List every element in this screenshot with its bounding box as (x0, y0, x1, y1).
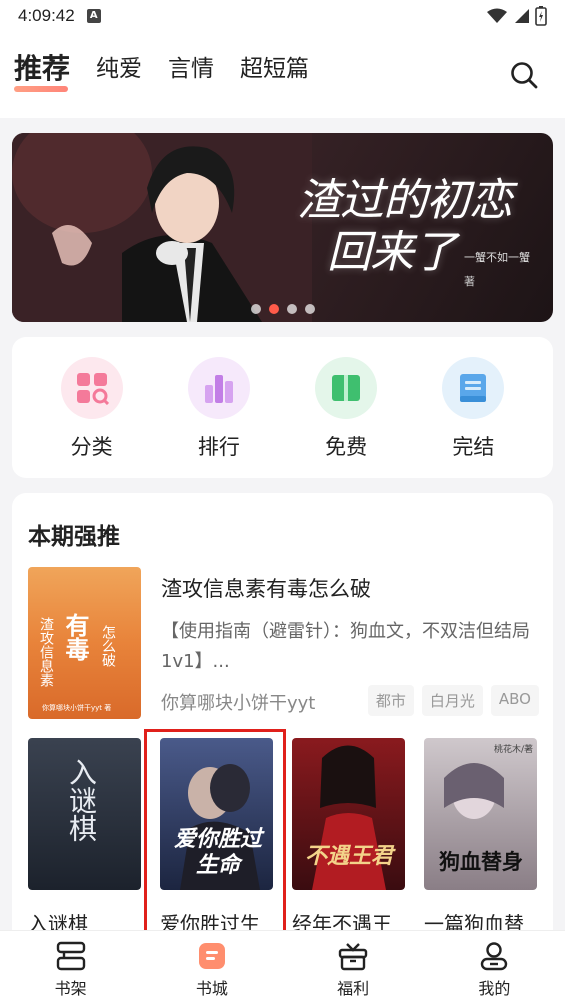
tab-label: 纯爱 (96, 56, 143, 82)
book-item[interactable]: 桃花木/著 狗血替身 一篇狗血替 (424, 738, 537, 937)
shortcut-label: 免费 (325, 435, 368, 459)
carousel-dot-active[interactable] (268, 304, 279, 314)
book-cover: 不遇王君 (292, 738, 405, 890)
shortcut-label: 分类 (70, 435, 113, 459)
carousel-dot[interactable] (286, 304, 297, 314)
selection-highlight-box (144, 729, 286, 935)
tab-label: 言情 (168, 56, 215, 82)
active-tab-indicator (14, 86, 68, 92)
tab-bookstore[interactable]: 书城 (141, 931, 282, 1004)
shortcut-panel: 分类 排行 免费 完结 (12, 337, 553, 478)
shortcut-category[interactable]: 分类 (42, 357, 142, 478)
shortcut-ranking[interactable]: 排行 (169, 357, 269, 478)
notification-icon: A (86, 9, 101, 23)
top-navigation: 推荐 纯爱 言情 超短篇 (0, 32, 565, 118)
section-heading: 本期强推 (28, 524, 120, 550)
book-cover: 入谜棋 (28, 738, 141, 890)
featured-book-author: 你算哪块小饼干yyt (161, 693, 316, 714)
bookshelf-icon (56, 941, 85, 971)
signal-icon (515, 9, 529, 23)
shortcut-free[interactable]: 免费 (296, 357, 396, 478)
shortcut-label: 排行 (197, 435, 240, 459)
status-bar: 4:09:42 A (0, 0, 565, 32)
tab-bookshelf[interactable]: 书架 (0, 931, 141, 1004)
tag[interactable]: 都市 (367, 685, 414, 716)
tag[interactable]: ABO (490, 685, 539, 716)
wifi-icon (487, 8, 507, 23)
tab-label: 福利 (337, 979, 370, 998)
bottom-tab-bar: 书架 书城 福利 我的 (0, 930, 565, 1004)
cover-title: 入谜棋 (65, 758, 98, 842)
status-right (487, 6, 547, 26)
tab-romance[interactable]: 言情 (168, 54, 214, 84)
banner-author-suffix: 著 (464, 275, 475, 288)
profile-icon (481, 942, 508, 971)
category-icon (60, 357, 123, 419)
bookstore-icon (198, 943, 225, 969)
cover-text-main: 有毒 (61, 613, 90, 661)
status-time: 4:09:42 (18, 6, 75, 25)
banner-character-illustration (12, 133, 312, 322)
category-tabs: 推荐 纯爱 言情 超短篇 (14, 52, 309, 92)
carousel-dot[interactable] (250, 304, 261, 314)
tag[interactable]: 白月光 (421, 685, 483, 716)
featured-book-tags: 都市 白月光 ABO (367, 685, 539, 716)
search-icon (511, 62, 538, 89)
book-item[interactable]: 不遇王君 经年不遇王 (292, 738, 405, 937)
cover-title: 狗血替身 (439, 849, 523, 874)
promo-banner[interactable]: 渣过的初恋 回来了 一蟹不如一蟹 著 (12, 133, 553, 322)
shortcut-completed[interactable]: 完结 (423, 357, 523, 478)
tab-profile[interactable]: 我的 (424, 931, 565, 1004)
search-button[interactable] (509, 60, 539, 90)
carousel-dot[interactable] (304, 304, 315, 314)
banner-author: 一蟹不如一蟹 (464, 251, 530, 264)
cover-footer: 你算哪块小饼干yyt 著 (42, 704, 112, 712)
featured-book-title[interactable]: 渣攻信息素有毒怎么破 (161, 573, 371, 603)
cover-title: 不遇王君 (304, 843, 393, 869)
gift-icon (338, 943, 368, 971)
tab-label: 书城 (195, 979, 228, 998)
banner-title-line1: 渣过的初恋 (297, 175, 513, 226)
book-item[interactable]: 入谜棋 入谜棋 (28, 738, 141, 937)
featured-book-cover[interactable]: 渣攻信息素 有毒 怎么破 你算哪块小饼干yyt 著 (28, 567, 141, 719)
book-cover: 桃花木/著 狗血替身 (424, 738, 537, 890)
cover-text-left: 渣攻信息素 (38, 617, 54, 687)
completed-icon (442, 357, 505, 419)
tab-label: 书架 (54, 979, 87, 998)
tab-label: 超短篇 (240, 56, 310, 82)
shortcut-label: 完结 (452, 435, 495, 459)
tab-welfare[interactable]: 福利 (283, 931, 424, 1004)
tab-recommend[interactable]: 推荐 (14, 52, 71, 92)
free-book-icon (315, 357, 378, 419)
battery-icon (535, 6, 547, 26)
tab-short-stories[interactable]: 超短篇 (240, 54, 309, 84)
tab-label: 我的 (478, 979, 511, 998)
carousel-dots (12, 304, 553, 314)
featured-book-description: 【使用指南（避雷针）：狗血文，不双洁但结局1v1】... (161, 621, 530, 672)
tab-pure-love[interactable]: 纯爱 (96, 54, 142, 84)
cover-text-right: 怎么破 (100, 625, 116, 667)
ranking-icon (187, 357, 250, 419)
tab-label: 推荐 (14, 52, 71, 85)
